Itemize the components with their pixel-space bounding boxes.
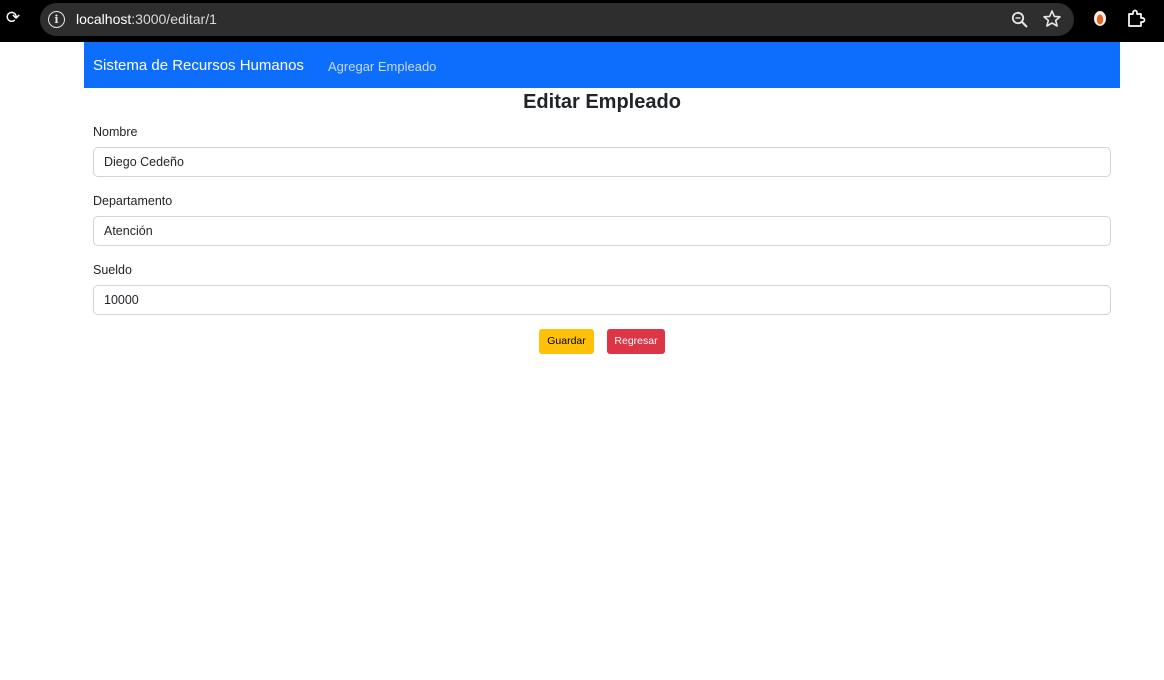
nav-link-add-employee[interactable]: Agregar Empleado bbox=[328, 59, 436, 75]
sueldo-input[interactable] bbox=[93, 285, 1111, 315]
navbar-brand[interactable]: Sistema de Recursos Humanos bbox=[93, 57, 304, 75]
page-title: Editar Empleado bbox=[523, 91, 681, 113]
back-button[interactable]: Regresar bbox=[607, 329, 665, 354]
field-label-sueldo: Sueldo bbox=[93, 263, 132, 277]
reload-icon[interactable]: ⟳ bbox=[4, 8, 22, 28]
field-label-nombre: Nombre bbox=[93, 125, 138, 139]
url-host: localhost bbox=[76, 11, 132, 27]
zoom-icon[interactable] bbox=[1010, 10, 1030, 30]
url-text[interactable]: localhost:3000/editar/1 bbox=[76, 11, 217, 28]
bookmark-star-icon[interactable] bbox=[1042, 9, 1062, 29]
departamento-input[interactable] bbox=[93, 216, 1111, 246]
navbar: Sistema de Recursos Humanos Agregar Empl… bbox=[84, 42, 1120, 88]
browser-toolbar: ⟳ i localhost:3000/editar/1 bbox=[0, 0, 1164, 42]
save-button[interactable]: Guardar bbox=[539, 329, 594, 354]
extension-icon[interactable] bbox=[1092, 9, 1108, 27]
address-bar[interactable]: i localhost:3000/editar/1 bbox=[40, 3, 1074, 36]
field-label-departamento: Departamento bbox=[93, 194, 173, 208]
nombre-input[interactable] bbox=[93, 147, 1111, 177]
url-path: :3000/editar/1 bbox=[131, 11, 217, 27]
site-info-icon[interactable]: i bbox=[48, 11, 65, 28]
extensions-puzzle-icon[interactable] bbox=[1126, 8, 1146, 28]
